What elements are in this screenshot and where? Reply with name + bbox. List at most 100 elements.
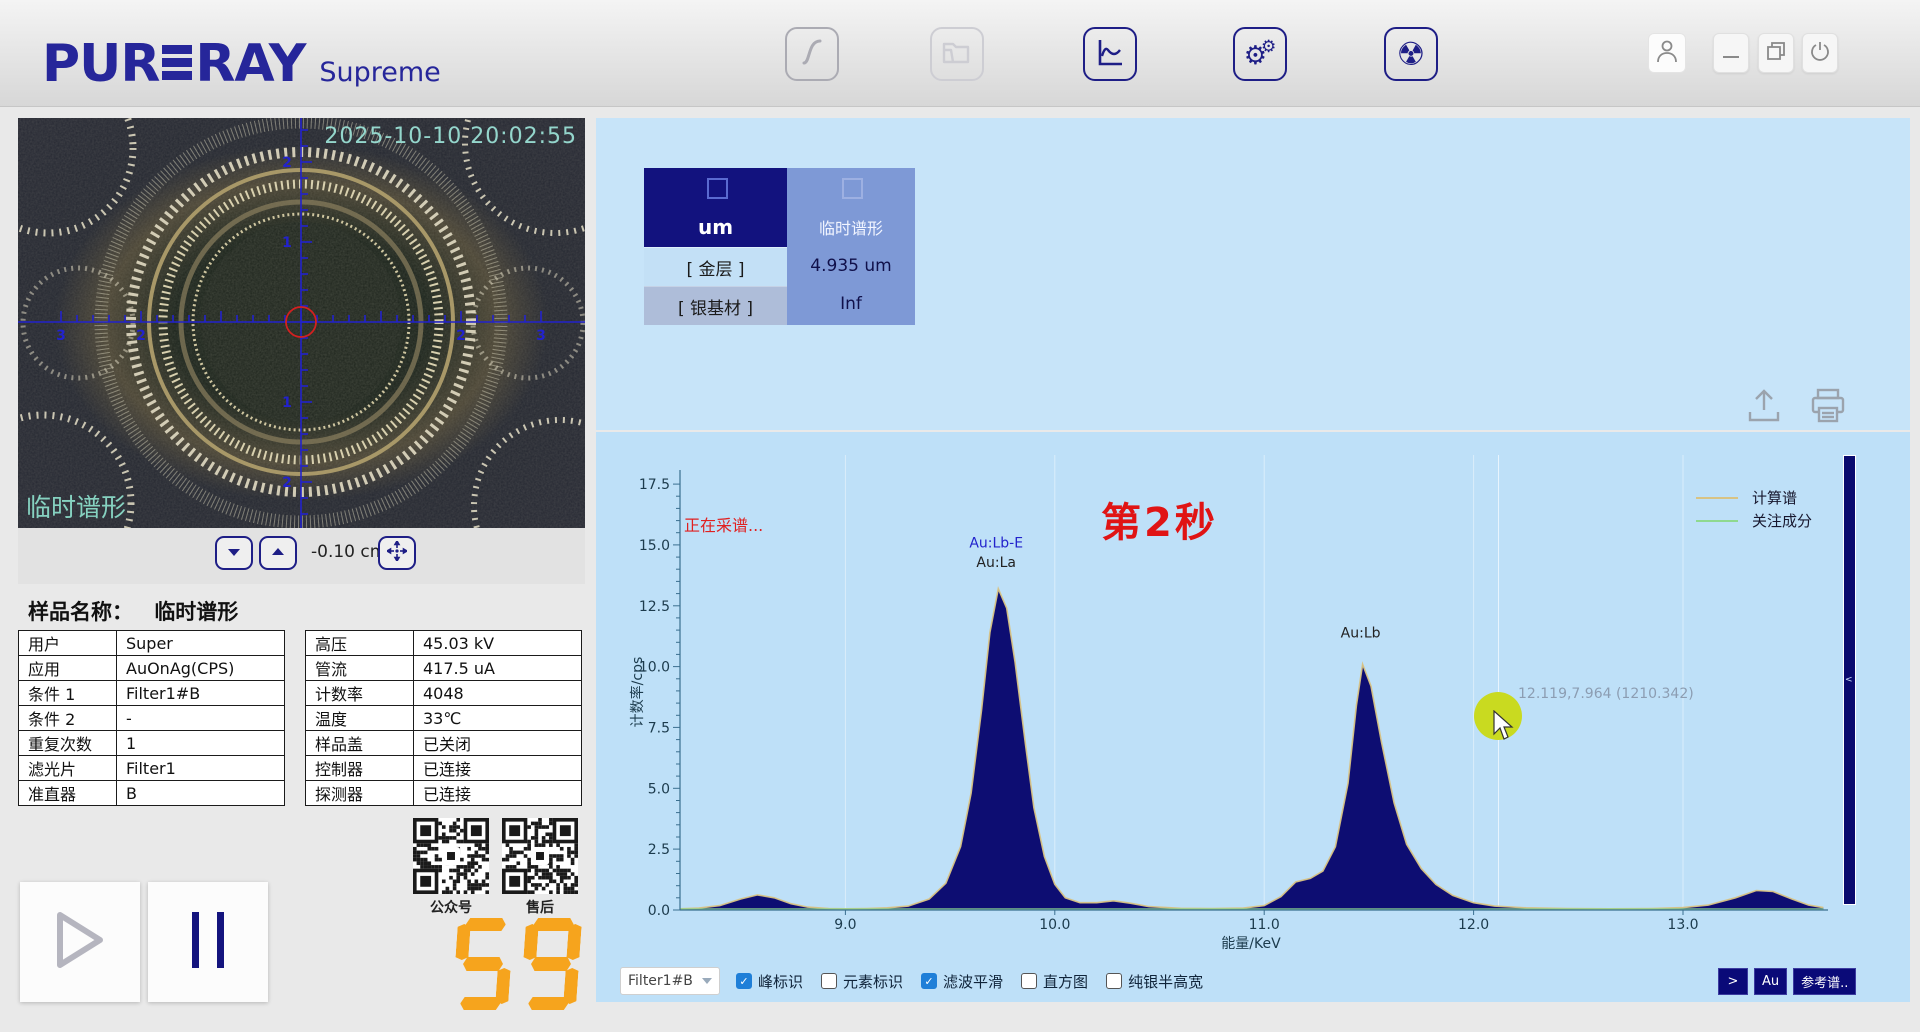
display-option-checkboxes: ✓峰标识元素标识 ✓滤波平滑 直方图 纯银半高宽 — [736, 971, 1203, 992]
param-value: 45.03 kV — [414, 631, 582, 656]
checkbox-元素标识[interactable]: 元素标识 — [821, 971, 903, 992]
focus-up-button[interactable] — [259, 536, 297, 570]
user-account-button[interactable] — [1648, 33, 1686, 73]
param-row: 控制器已连接 — [306, 756, 582, 781]
svg-text:计数率/cps: 计数率/cps — [629, 657, 646, 728]
spectrum-view-button[interactable] — [1083, 27, 1137, 81]
focus-down-button[interactable] — [215, 536, 253, 570]
condition-select-value: Filter1#B — [628, 973, 693, 989]
param-row: 条件 1Filter1#B — [19, 681, 285, 706]
minimize-button[interactable] — [1713, 33, 1749, 73]
condition-select[interactable]: Filter1#B — [620, 967, 720, 995]
param-row: 应用AuOnAg(CPS) — [19, 656, 285, 681]
layers-column: um [ 金层 ] [ 银基材 ] — [644, 168, 787, 325]
param-row: 条件 2- — [19, 706, 285, 731]
svg-text:Au:Lb: Au:Lb — [1341, 625, 1381, 641]
svg-text:2: 2 — [282, 475, 292, 491]
spectrum-nav-buttons: >Au参考谱.. — [1718, 968, 1856, 995]
acquisition-status: 正在采谱... — [684, 512, 763, 536]
svg-text:3: 3 — [56, 328, 66, 344]
measurement-header-cell[interactable]: 临时谱形 — [787, 168, 915, 247]
param-row: 管流417.5 uA — [306, 656, 582, 681]
open-file-button[interactable] — [930, 27, 984, 81]
param-row: 用户Super — [19, 631, 285, 656]
checkbox-icon[interactable] — [1106, 973, 1122, 989]
param-value: AuOnAg(CPS) — [117, 656, 285, 681]
xray-source-button[interactable]: ☢ — [1384, 27, 1438, 81]
param-label: 计数率 — [306, 681, 414, 706]
chevron-down-icon — [702, 978, 712, 984]
legend-line — [1696, 520, 1738, 522]
param-value: - — [117, 706, 285, 731]
checkbox-label: 纯银半高宽 — [1128, 971, 1203, 992]
brand-e-glyph — [162, 45, 192, 83]
brand-subtitle: Supreme — [319, 57, 440, 88]
z-offset-value: -0.10 cm — [311, 542, 386, 562]
checkbox-label: 直方图 — [1043, 971, 1088, 992]
cursor-readout: 12.119,7.964 (1210.342) — [1518, 686, 1694, 702]
move-crosshair-icon — [387, 541, 407, 565]
param-row: 温度33℃ — [306, 706, 582, 731]
checkbox-直方图[interactable]: 直方图 — [1021, 971, 1088, 992]
sample-name-row: 样品名称： 临时谱形 — [28, 596, 238, 626]
power-button[interactable] — [1802, 33, 1838, 73]
collapse-panel-handle[interactable]: < — [1843, 455, 1856, 905]
qr-code-image — [502, 818, 578, 894]
param-value: 417.5 uA — [414, 656, 582, 681]
svg-text:10.0: 10.0 — [1039, 917, 1070, 933]
left-panel: 21123223 2025-10-10 20:02:55 临时谱形 -0.10 … — [18, 118, 585, 1002]
qr-codes: 公众号 售后 — [413, 818, 578, 917]
param-label: 滤光片 — [19, 756, 117, 781]
qr-code-image — [413, 818, 489, 894]
layers-header-cell[interactable]: um — [644, 168, 787, 247]
microscope-camera-view[interactable]: 21123223 2025-10-10 20:02:55 临时谱形 — [18, 118, 585, 528]
brand-text-left: PUR — [42, 34, 159, 94]
checkbox-icon[interactable]: ✓ — [736, 973, 752, 989]
settings-button[interactable]: ⚙⚙ — [1233, 27, 1287, 81]
svg-text:2: 2 — [136, 328, 146, 344]
param-label: 条件 1 — [19, 681, 117, 706]
user-icon — [1656, 39, 1678, 67]
param-label: 重复次数 — [19, 731, 117, 756]
layers-checkbox[interactable] — [707, 178, 728, 199]
param-value: 已关闭 — [414, 731, 582, 756]
center-stage-button[interactable] — [378, 536, 416, 570]
checkbox-峰标识[interactable]: ✓峰标识 — [736, 971, 803, 992]
svg-text:2.5: 2.5 — [648, 842, 670, 858]
spectrum-button-参考谱..[interactable]: 参考谱.. — [1793, 968, 1856, 995]
param-row: 高压45.03 kV — [306, 631, 582, 656]
print-button[interactable] — [1808, 386, 1848, 430]
param-label: 探测器 — [306, 781, 414, 806]
export-button[interactable] — [1744, 386, 1784, 430]
checkbox-icon[interactable] — [821, 973, 837, 989]
param-label: 控制器 — [306, 756, 414, 781]
instrument-status-table: 高压45.03 kV管流417.5 uA计数率4048温度33℃样品盖已关闭控制… — [305, 630, 582, 806]
calibration-curve-button[interactable] — [785, 27, 839, 81]
qr-label: 售后 — [502, 897, 578, 917]
countdown-seconds-display — [452, 918, 582, 1010]
measurement-name: 临时谱形 — [819, 215, 883, 239]
layer-row-gold[interactable]: [ 金层 ] — [644, 247, 787, 286]
mouse-cursor-icon — [1492, 710, 1514, 744]
camera-image: 21123223 — [18, 118, 585, 528]
param-value: Super — [117, 631, 285, 656]
checkbox-纯银半高宽[interactable]: 纯银半高宽 — [1106, 971, 1203, 992]
param-row: 准直器B — [19, 781, 285, 806]
param-label: 用户 — [19, 631, 117, 656]
checkbox-滤波平滑[interactable]: ✓滤波平滑 — [921, 971, 1003, 992]
spectrum-button-Au[interactable]: Au — [1754, 968, 1787, 995]
svg-text:0.0: 0.0 — [648, 903, 670, 919]
checkbox-icon[interactable]: ✓ — [921, 973, 937, 989]
checkbox-icon[interactable] — [1021, 973, 1037, 989]
layer-row-silver-base[interactable]: [ 银基材 ] — [644, 286, 787, 325]
svg-text:能量/KeV: 能量/KeV — [1221, 936, 1281, 952]
svg-text:3: 3 — [536, 328, 546, 344]
pause-measure-button[interactable] — [148, 882, 268, 1002]
start-measure-button[interactable] — [20, 882, 140, 1002]
chart-legend: 计算谱关注成分 — [1696, 486, 1812, 532]
qr-label: 公众号 — [413, 897, 489, 917]
spectrum-button->[interactable]: > — [1718, 968, 1748, 995]
restore-window-button[interactable] — [1758, 33, 1794, 73]
camera-sample-label: 临时谱形 — [26, 488, 126, 524]
measurement-checkbox[interactable] — [842, 178, 863, 199]
